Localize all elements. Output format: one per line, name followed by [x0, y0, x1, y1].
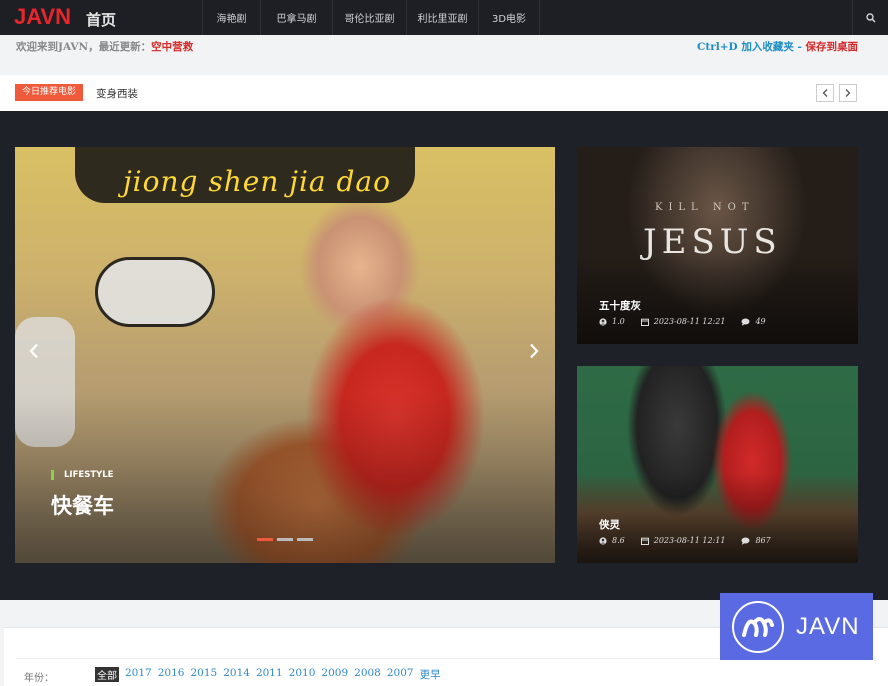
- card-comments: 867: [755, 536, 771, 545]
- slide-pagination: [257, 538, 313, 541]
- slide-category[interactable]: LIFESTYLE: [51, 470, 114, 480]
- recommend-item[interactable]: 变身西装: [96, 86, 138, 101]
- year-option-earlier[interactable]: 更早: [420, 667, 441, 682]
- nav-home[interactable]: 首页: [72, 0, 202, 35]
- welcome-prefix: 欢迎来到JAVN，最近更新：: [16, 41, 152, 53]
- year-option[interactable]: 2014: [223, 667, 250, 682]
- feature-card[interactable]: 侠灵 8.6 2023-08-11 12:11 867: [577, 366, 858, 563]
- calendar-icon: [640, 537, 649, 545]
- poster-cloud: [95, 257, 215, 327]
- comment-icon: [741, 318, 750, 326]
- year-option[interactable]: 2009: [321, 667, 348, 682]
- year-filter-label: 年份：: [24, 673, 54, 684]
- slide-title[interactable]: 快餐车: [51, 490, 114, 520]
- card-rating: 8.6: [612, 536, 625, 545]
- site-logo[interactable]: JAVN: [0, 0, 72, 35]
- user-icon: [599, 317, 607, 326]
- nav-item-panama[interactable]: 巴拿马剧: [260, 0, 332, 35]
- poster-subtitle: KILL NOT: [655, 202, 755, 213]
- recommend-ticker: 今日推荐电影 变身西装: [0, 75, 888, 111]
- bookmark-text: Ctrl+D 加入收藏夹 - 保存到桌面: [697, 39, 858, 54]
- nav-item-colombia[interactable]: 哥伦比亚剧: [332, 0, 406, 35]
- top-nav: JAVN 首页 海艳剧 巴拿马剧 哥伦比亚剧 利比里亚剧 3D电影: [0, 0, 888, 35]
- card-date: 2023-08-11 12:11: [653, 536, 726, 545]
- ticker-next-button[interactable]: [839, 84, 857, 102]
- user-icon: [599, 536, 607, 545]
- year-option[interactable]: 2016: [158, 667, 185, 682]
- card-comments: 49: [755, 317, 766, 326]
- ticker-prev-button[interactable]: [816, 84, 834, 102]
- card-title[interactable]: 侠灵: [599, 517, 620, 532]
- feature-card[interactable]: KILL NOT JESUS 五十度灰 1.0 2023-08-11 12:21…: [577, 147, 858, 344]
- slide-next-button[interactable]: [529, 343, 539, 364]
- calendar-icon: [640, 318, 649, 326]
- chevron-right-icon: [530, 343, 539, 359]
- search-icon: [865, 12, 876, 23]
- year-option[interactable]: 2015: [190, 667, 217, 682]
- watermark-logo-icon: [732, 600, 784, 653]
- chevron-left-icon: [29, 343, 38, 359]
- chevron-left-icon: [822, 89, 828, 97]
- save-desktop-link[interactable]: 保存到桌面: [806, 41, 859, 53]
- card-meta: 1.0 2023-08-11 12:21 49: [599, 317, 766, 326]
- featured-slide[interactable]: jiong shen jia dao LIFESTYLE 快餐车: [15, 147, 555, 563]
- comment-icon: [741, 537, 750, 545]
- card-meta: 8.6 2023-08-11 12:11 867: [599, 536, 771, 545]
- recommend-badge: 今日推荐电影: [15, 84, 84, 101]
- slide-dot[interactable]: [277, 538, 293, 541]
- slide-dot[interactable]: [257, 538, 273, 541]
- bookmark-hint[interactable]: Ctrl+D 加入收藏夹 -: [697, 41, 805, 53]
- slide-prev-button[interactable]: [29, 343, 39, 364]
- hero-section: jiong shen jia dao LIFESTYLE 快餐车 KILL NO…: [0, 111, 888, 600]
- year-option-all[interactable]: 全部: [95, 667, 119, 682]
- search-button[interactable]: [852, 0, 888, 35]
- nav-item-3d[interactable]: 3D电影: [478, 0, 540, 35]
- latest-update-link[interactable]: 空中营救: [151, 41, 193, 53]
- slide-dot[interactable]: [297, 538, 313, 541]
- welcome-bar: 欢迎来到JAVN，最近更新：空中营救 Ctrl+D 加入收藏夹 - 保存到桌面: [0, 35, 888, 73]
- card-rating: 1.0: [612, 317, 625, 326]
- chevron-right-icon: [845, 89, 851, 97]
- year-option[interactable]: 2008: [354, 667, 381, 682]
- nav-item-liberia[interactable]: 利比里亚剧: [406, 0, 478, 35]
- welcome-text: 欢迎来到JAVN，最近更新：空中营救: [16, 39, 193, 54]
- card-date: 2023-08-11 12:21: [653, 317, 726, 326]
- poster-title-text: jiong shen jia dao: [123, 165, 391, 198]
- nav-item-haiyan[interactable]: 海艳剧: [202, 0, 260, 35]
- watermark-text: JAVN: [796, 612, 860, 640]
- year-option[interactable]: 2011: [256, 667, 283, 682]
- watermark: JAVN: [720, 593, 873, 660]
- year-option[interactable]: 2010: [289, 667, 316, 682]
- card-title[interactable]: 五十度灰: [599, 298, 641, 313]
- year-options: 全部 2017 2016 2015 2014 2011 2010 2009 20…: [95, 667, 441, 682]
- year-option[interactable]: 2017: [125, 667, 152, 682]
- year-option[interactable]: 2007: [387, 667, 414, 682]
